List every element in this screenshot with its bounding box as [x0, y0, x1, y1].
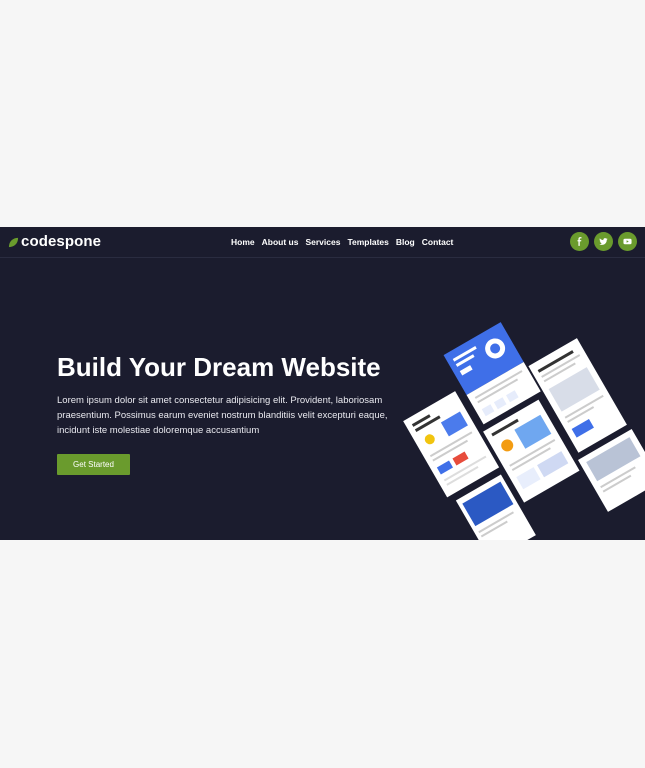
website-preview: codespone Home About us Services Templat…	[0, 227, 645, 540]
social-links	[570, 232, 637, 251]
youtube-button[interactable]	[618, 232, 637, 251]
logo[interactable]: codespone	[8, 233, 101, 251]
twitter-button[interactable]	[594, 232, 613, 251]
nav-link-services[interactable]: Services	[305, 236, 340, 248]
leaf-icon	[8, 237, 19, 247]
youtube-icon	[623, 238, 632, 245]
logo-text: codespone	[21, 233, 102, 250]
twitter-icon	[599, 238, 608, 245]
navbar: codespone Home About us Services Templat…	[0, 227, 645, 258]
hero-description: Lorem ipsum dolor sit amet consectetur a…	[57, 395, 388, 436]
nav-link-blog[interactable]: Blog	[396, 236, 415, 248]
nav-link-templates[interactable]: Templates	[347, 236, 388, 248]
nav-link-about[interactable]: About us	[262, 236, 299, 248]
hero-title: Build Your Dream Website	[57, 352, 381, 382]
facebook-icon	[577, 237, 582, 246]
nav-menu: Home About us Services Templates Blog Co…	[231, 236, 453, 248]
nav-link-home[interactable]: Home	[231, 236, 255, 248]
facebook-button[interactable]	[570, 232, 589, 251]
website-mockups-illustration	[403, 322, 645, 540]
get-started-button[interactable]: Get Started	[57, 454, 130, 475]
nav-link-contact[interactable]: Contact	[422, 236, 454, 248]
